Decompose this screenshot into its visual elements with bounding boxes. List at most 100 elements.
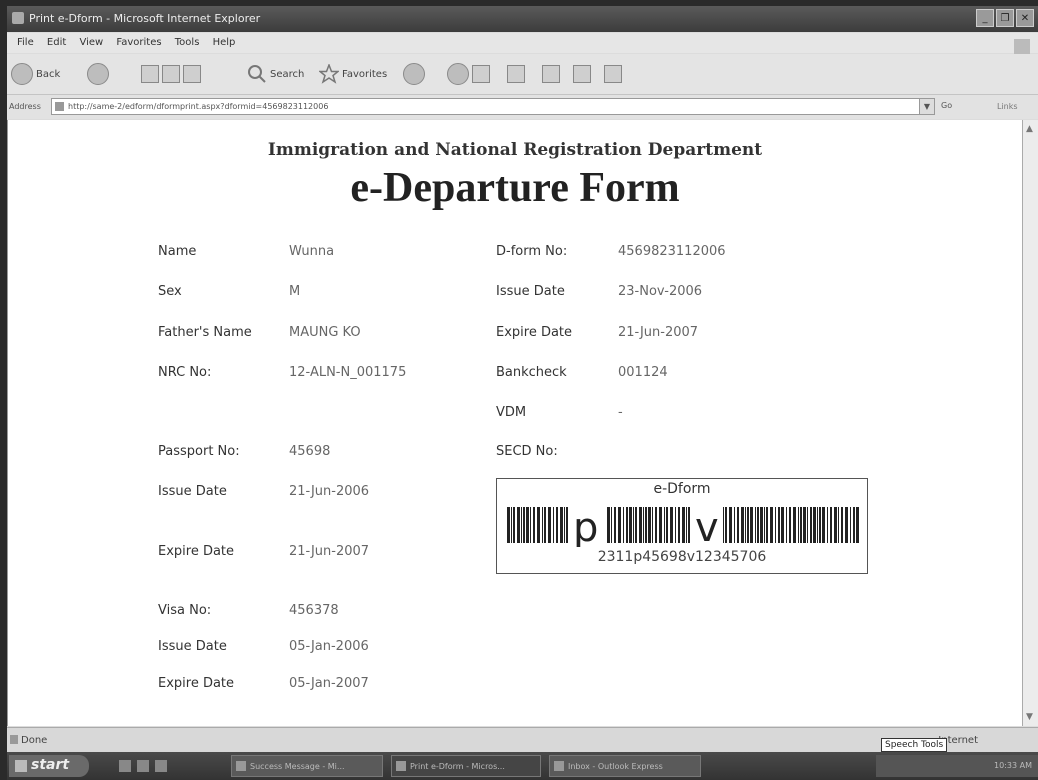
- barcode-bar: [750, 507, 753, 543]
- barcode-bar: [729, 507, 732, 543]
- barcode-bar: [556, 507, 558, 543]
- links-button[interactable]: Links: [997, 102, 1018, 111]
- quicklaunch-ie-icon[interactable]: [119, 760, 131, 772]
- barcode-bar: [834, 507, 837, 543]
- barcode-bar: [517, 507, 520, 543]
- minimize-button[interactable]: _: [976, 9, 994, 27]
- barcode-bar: [664, 507, 665, 543]
- address-url[interactable]: http://same-2/edform/dformprint.aspx?dfo…: [68, 102, 328, 111]
- address-input[interactable]: http://same-2/edform/dformprint.aspx?dfo…: [51, 98, 935, 115]
- barcode-bar: [659, 507, 662, 543]
- barcode-bar: [521, 507, 522, 543]
- dform-no-label: D-form No:: [496, 244, 568, 259]
- barcode-bar: [639, 507, 642, 543]
- scroll-up-icon[interactable]: ▲: [1026, 124, 1033, 134]
- search-button-label[interactable]: Search: [270, 69, 304, 80]
- stop-icon[interactable]: [141, 65, 159, 83]
- menu-bar: File Edit View Favorites Tools Help: [7, 33, 1038, 55]
- task-print-dform[interactable]: Print e-Dform - Micros...: [391, 755, 541, 777]
- barcode-bar: [766, 507, 768, 543]
- address-dropdown-icon[interactable]: ▼: [919, 99, 934, 114]
- barcode-bar: [760, 507, 763, 543]
- favorites-star-icon[interactable]: [319, 64, 339, 84]
- print-icon[interactable]: [472, 65, 490, 83]
- refresh-icon[interactable]: [162, 65, 180, 83]
- start-button[interactable]: start: [9, 755, 89, 777]
- barcode-bar: [635, 507, 637, 543]
- system-tray: 10:33 AM: [876, 755, 1038, 777]
- edit-icon[interactable]: [507, 65, 525, 83]
- forward-arrow-icon[interactable]: [87, 63, 109, 85]
- standard-toolbar: Back Search Favorites: [7, 54, 1038, 95]
- ie-logo-icon: [12, 12, 24, 24]
- forward-group: [87, 62, 109, 86]
- go-button[interactable]: Go: [941, 101, 952, 110]
- vertical-scrollbar[interactable]: ▲ ▼: [1022, 120, 1038, 726]
- sex-value: M: [289, 284, 301, 299]
- menu-edit[interactable]: Edit: [47, 37, 66, 48]
- task-outlook-express[interactable]: Inbox - Outlook Express: [549, 755, 701, 777]
- barcode-bar: [841, 507, 843, 543]
- barcode-bar: [507, 507, 510, 543]
- quicklaunch-media-icon[interactable]: [155, 760, 167, 772]
- passport-expire-date-label: Expire Date: [158, 544, 235, 559]
- ie-window: Print e-Dform - Microsoft Internet Explo…: [7, 6, 1038, 780]
- barcode-bar: [798, 507, 799, 543]
- menu-tools[interactable]: Tools: [175, 37, 200, 48]
- scroll-down-icon[interactable]: ▼: [1026, 712, 1033, 722]
- nrc-no-value: 12-ALN-N_001175: [289, 365, 407, 380]
- barcode-bar: [566, 507, 568, 543]
- task-success-message[interactable]: Success Message - Mi...: [231, 755, 383, 777]
- favorites-button-label[interactable]: Favorites: [342, 69, 387, 80]
- task-ie-icon: [236, 761, 246, 771]
- barcode-bar: [755, 507, 756, 543]
- barcode-bar: [618, 507, 621, 543]
- barcode-bar: [629, 507, 632, 543]
- barcode-bar: [757, 507, 759, 543]
- page-icon: [55, 102, 64, 111]
- close-button[interactable]: ✕: [1016, 9, 1034, 27]
- back-arrow-icon[interactable]: [11, 63, 33, 85]
- barcode-bar: [737, 507, 739, 543]
- form-title: e-Departure Form: [350, 165, 680, 211]
- back-button-label[interactable]: Back: [36, 69, 60, 80]
- bankcheck-value: 001124: [618, 365, 668, 380]
- barcode-bar: [623, 507, 624, 543]
- address-label: Address: [9, 102, 41, 111]
- visa-no-value: 456378: [289, 603, 339, 618]
- home-icon[interactable]: [183, 65, 201, 83]
- visa-expire-date-label: Expire Date: [158, 676, 235, 691]
- research-icon[interactable]: [573, 65, 591, 83]
- vdm-label: VDM: [496, 405, 527, 420]
- search-icon[interactable]: [247, 64, 267, 84]
- barcode-bar: [807, 507, 808, 543]
- menu-file[interactable]: File: [17, 37, 34, 48]
- windows-flag-icon: [1014, 39, 1030, 55]
- task-ie-icon: [396, 761, 406, 771]
- messenger-icon[interactable]: [604, 65, 622, 83]
- barcode-bar: [526, 507, 529, 543]
- vdm-value: -: [618, 405, 623, 420]
- quicklaunch-desktop-icon[interactable]: [137, 760, 149, 772]
- barcode-bar: [745, 507, 746, 543]
- address-bar: Address http://same-2/edform/dformprint.…: [7, 95, 1038, 119]
- menu-help[interactable]: Help: [213, 37, 236, 48]
- menu-view[interactable]: View: [79, 37, 103, 48]
- barcode-bar: [764, 507, 765, 543]
- barcode-bars-middle: [607, 507, 690, 543]
- task-label: Inbox - Outlook Express: [568, 762, 663, 771]
- discuss-icon[interactable]: [542, 65, 560, 83]
- maximize-button[interactable]: ❐: [996, 9, 1014, 27]
- mail-icon[interactable]: [447, 63, 469, 85]
- barcode-bar: [530, 507, 531, 543]
- passport-expire-date-value: 21-Jun-2007: [289, 544, 370, 559]
- visa-issue-date-label: Issue Date: [158, 639, 227, 654]
- barcode-bar: [542, 507, 543, 543]
- menu-favorites[interactable]: Favorites: [116, 37, 161, 48]
- barcode-bar: [614, 507, 616, 543]
- start-label: start: [31, 757, 70, 773]
- history-icon[interactable]: [403, 63, 425, 85]
- barcode-bar: [511, 507, 512, 543]
- barcode-bar: [655, 507, 657, 543]
- barcode-bar: [611, 507, 612, 543]
